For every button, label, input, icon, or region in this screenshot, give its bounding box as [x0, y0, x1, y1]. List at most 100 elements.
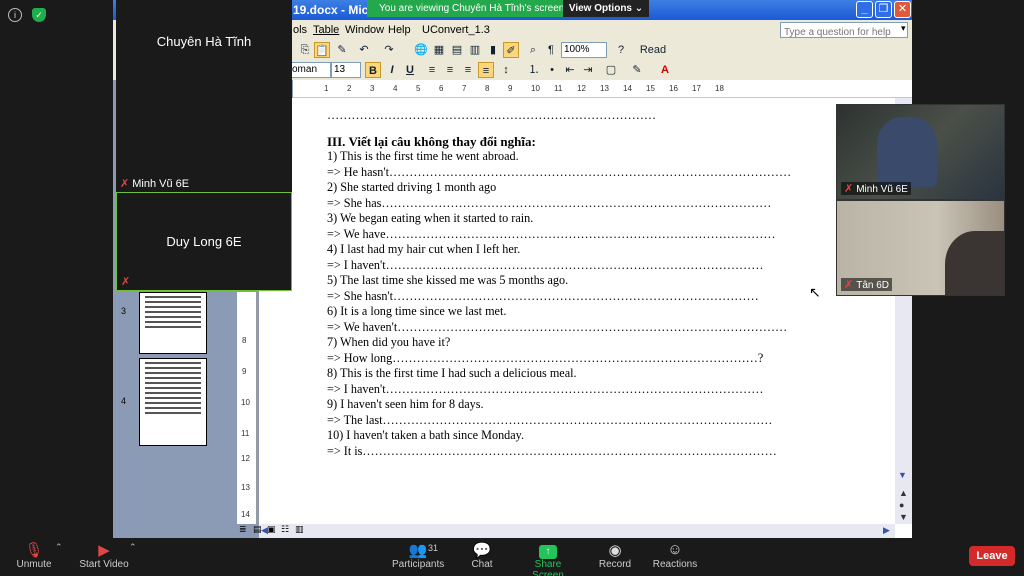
thumbnail-pane: 3 4 — [113, 292, 221, 524]
format-painter-icon[interactable]: ✎ — [334, 42, 350, 58]
participants-count: 31 — [428, 543, 439, 553]
scroll-right-icon[interactable]: ▶ — [883, 525, 890, 536]
copy-icon[interactable]: ⎘ — [297, 42, 313, 58]
line-spacing-icon[interactable]: ↕ — [498, 62, 514, 78]
align-left-icon[interactable]: ≡ — [424, 62, 440, 78]
align-center-icon[interactable]: ≡ — [442, 62, 458, 78]
doc-line: => She hasn't………………………………………………………………………… — [327, 288, 759, 303]
menu-window[interactable]: Window — [345, 24, 384, 36]
start-video-button[interactable]: ▶ Start Video — [78, 541, 130, 570]
next-page-icon[interactable]: ▼ — [899, 512, 908, 522]
chat-button[interactable]: 💬 Chat — [466, 541, 498, 570]
minimize-icon[interactable]: _ — [856, 1, 873, 18]
close-icon[interactable]: ✕ — [894, 1, 911, 18]
info-icon[interactable]: i — [8, 8, 22, 22]
zoom-select[interactable]: 100% — [561, 42, 607, 58]
video-tile-minh-vu[interactable]: ✗ Minh Vũ 6E — [836, 104, 1005, 200]
thumbnail-number: 4 — [121, 396, 127, 406]
bold-button[interactable]: B — [365, 62, 381, 78]
unmute-label: Unmute — [16, 559, 52, 570]
horizontal-ruler[interactable]: 1 2 3 4 5 6 7 8 9 10 11 12 13 14 15 16 1… — [293, 82, 912, 98]
thumbnail-page-3[interactable] — [139, 292, 207, 354]
normal-view-icon[interactable]: ≣ — [239, 524, 247, 535]
font-name-select[interactable]: oman — [289, 62, 331, 78]
reactions-button[interactable]: ☺ Reactions — [652, 541, 698, 570]
doc-line: => It is……………………………………………………………………………………… — [327, 443, 777, 458]
bullets-icon[interactable]: • — [544, 62, 560, 78]
columns-icon[interactable]: ▮ — [485, 42, 501, 58]
document-map-icon[interactable]: ⌕ — [525, 42, 541, 58]
underline-button[interactable]: U — [402, 62, 418, 78]
video-options-chevron-up-icon[interactable]: ⌃ — [129, 542, 137, 553]
record-button[interactable]: ◉ Record — [598, 541, 632, 570]
increase-indent-icon[interactable]: ⇥ — [580, 62, 596, 78]
paste-icon[interactable]: 📋 — [314, 42, 330, 58]
scroll-down-icon[interactable]: ▼ — [898, 470, 907, 480]
help-dropdown-icon[interactable]: ▾ — [901, 23, 906, 34]
participant-sub-label: ✗ — [121, 275, 133, 288]
print-view-icon[interactable]: ▣ — [267, 524, 276, 535]
video-label-text: Minh Vũ 6E — [856, 184, 908, 195]
restore-icon[interactable]: ❐ — [875, 1, 892, 18]
view-options-button[interactable]: View Options ⌄ — [563, 0, 649, 17]
video-tile-tan[interactable]: ✗ Tân 6D — [836, 200, 1005, 296]
help-icon[interactable]: ? — [613, 42, 629, 58]
ruler-tick: 3 — [370, 84, 375, 93]
menu-table[interactable]: Table — [313, 24, 339, 36]
show-hide-icon[interactable]: ¶ — [543, 42, 559, 58]
web-view-icon[interactable]: ▤ — [253, 524, 262, 535]
shield-icon[interactable]: ✓ — [32, 8, 46, 22]
align-right-icon[interactable]: ≡ — [460, 62, 476, 78]
menu-help[interactable]: Help — [388, 24, 411, 36]
leave-button[interactable]: Leave — [969, 546, 1015, 566]
unmute-button[interactable]: 🎙 Unmute — [14, 541, 54, 570]
highlight-icon[interactable]: ✎ — [629, 62, 645, 78]
borders-icon[interactable]: ▢ — [603, 62, 619, 78]
tables-borders-icon[interactable]: ▦ — [431, 42, 447, 58]
thumbnail-page-4[interactable] — [139, 358, 207, 446]
menu-tools[interactable]: ols — [293, 24, 307, 36]
undo-icon[interactable]: ↶ — [356, 42, 372, 58]
doc-heading: III. Viết lại câu không thay đổi nghĩa: — [327, 133, 536, 149]
audio-options-chevron-up-icon[interactable]: ⌃ — [55, 542, 63, 553]
read-button[interactable]: Read — [633, 42, 673, 58]
help-search-input[interactable]: Type a question for help — [780, 22, 908, 38]
justify-icon[interactable]: ≡ — [478, 62, 494, 78]
ruler-tick: 6 — [439, 84, 444, 93]
decrease-indent-icon[interactable]: ⇤ — [562, 62, 578, 78]
outline-view-icon[interactable]: ☷ — [281, 524, 289, 535]
ruler-tick: 2 — [347, 84, 352, 93]
prev-page-icon[interactable]: ▲ — [899, 488, 908, 498]
font-color-icon[interactable]: A — [657, 62, 673, 78]
video-person — [945, 231, 1004, 295]
hyperlink-icon[interactable]: 🌐 — [413, 42, 429, 58]
select-browse-icon[interactable]: ● — [899, 500, 904, 510]
ruler-tick: 16 — [669, 84, 678, 93]
horizontal-scrollbar[interactable]: ◀ ▶ — [259, 524, 895, 538]
reactions-icon: ☺ — [667, 541, 683, 558]
insert-table-icon[interactable]: ▤ — [449, 42, 465, 58]
participant-sub-name: Minh Vũ 6E — [132, 178, 190, 190]
italic-button[interactable]: I — [384, 62, 400, 78]
participant-tile-host[interactable]: Chuyên Hà Tĩnh ✗ Minh Vũ 6E — [116, 0, 292, 192]
numbering-icon[interactable]: ⒈ — [526, 62, 542, 78]
doc-line: 1) This is the first time he went abroad… — [327, 149, 519, 163]
insert-excel-icon[interactable]: ▥ — [467, 42, 483, 58]
doc-line: => He hasn't…………………………………………………………………………… — [327, 164, 792, 179]
redo-icon[interactable]: ↷ — [381, 42, 397, 58]
reading-view-icon[interactable]: ▥ — [295, 524, 304, 535]
doc-line: 6) It is a long time since we last met. — [327, 304, 507, 318]
drawing-icon[interactable]: ✐ — [503, 42, 519, 58]
record-icon: ◉ — [608, 542, 622, 559]
vertical-ruler[interactable]: 8 9 10 11 12 13 14 — [237, 292, 257, 524]
participant-tile-active[interactable]: Duy Long 6E ✗ — [116, 192, 292, 291]
doc-line: => I haven't…………………………………………………………………………… — [327, 381, 764, 396]
ruler-tick: 15 — [646, 84, 655, 93]
ruler-tick: 11 — [241, 429, 250, 438]
document-page[interactable]: ……………………………………………………………………… III. Viết lạ… — [259, 98, 895, 524]
help-placeholder: Type a question for help — [784, 27, 891, 38]
share-screen-button[interactable]: ↑ Share Screen — [518, 541, 578, 576]
font-size-select[interactable]: 13 — [331, 62, 361, 78]
banner-text: You are viewing Chuyên Hà Tĩnh's screen — [379, 3, 565, 14]
menu-uconvert[interactable]: UConvert_1.3 — [422, 24, 490, 36]
